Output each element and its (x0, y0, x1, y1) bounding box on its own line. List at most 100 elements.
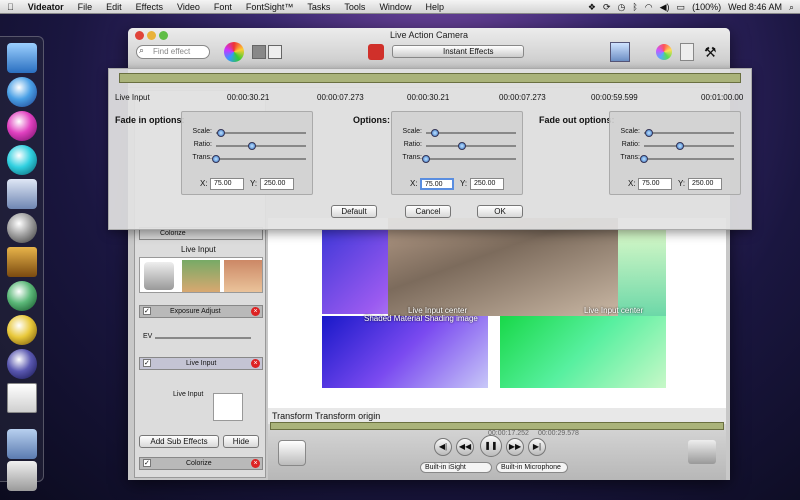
menu-window[interactable]: Window (372, 0, 418, 14)
rewind-start-button[interactable]: ◀| (434, 438, 452, 456)
preview-app-icon[interactable] (7, 179, 37, 209)
cancel-button[interactable]: Cancel (405, 205, 451, 218)
fade-out-y-field[interactable]: 250.00 (688, 178, 722, 190)
menu-help[interactable]: Help (418, 0, 451, 14)
blue-gear-icon[interactable] (7, 349, 37, 379)
tools-icon[interactable]: ⚒ (704, 43, 722, 61)
add-sub-effects-button[interactable]: Add Sub Effects (139, 435, 219, 448)
bluetooth-icon[interactable]: ᛒ (632, 0, 637, 14)
find-effect-field[interactable]: Find effect (136, 45, 210, 59)
spotlight-icon[interactable]: ⌕ (789, 0, 794, 14)
cyan-orb-icon[interactable] (7, 145, 37, 175)
ok-button[interactable]: OK (477, 205, 523, 218)
color-wheel-icon[interactable] (656, 44, 672, 60)
fade-in-y-field[interactable]: 250.00 (260, 178, 294, 190)
fast-forward-button[interactable]: ▶▶ (506, 438, 524, 456)
fade-in-scale-knob[interactable] (216, 129, 225, 137)
documents-folder-icon[interactable] (7, 429, 37, 459)
apple-menu-icon[interactable]:  (0, 0, 21, 14)
fade-out-trans-slider[interactable] (640, 155, 734, 163)
live-input-thumbnails[interactable] (139, 257, 263, 293)
fade-out-trans-knob[interactable] (640, 155, 648, 163)
yellow-orb-icon[interactable] (7, 315, 37, 345)
options-ratio-knob[interactable] (458, 142, 466, 150)
live-input-sub-thumb[interactable] (213, 393, 243, 421)
fade-in-ratio-slider[interactable] (216, 142, 306, 150)
exposure-adjust-row[interactable]: ✓ Exposure Adjust × (139, 305, 263, 318)
battery-icon[interactable]: ▭ (677, 0, 686, 14)
options-trans-slider[interactable] (422, 155, 516, 163)
kid-thumb-2[interactable] (224, 260, 262, 292)
fade-out-ratio-knob[interactable] (676, 142, 684, 150)
filmstrip-icon[interactable] (7, 247, 37, 277)
instant-effects-popup[interactable]: Instant Effects (392, 45, 524, 58)
fade-out-x-field[interactable]: 75.00 (638, 178, 672, 190)
volume-icon[interactable]: ◀) (660, 0, 670, 14)
options-y-field[interactable]: 250.00 (470, 178, 504, 190)
magenta-orb-icon[interactable] (7, 111, 37, 141)
menu-font[interactable]: Font (207, 0, 239, 14)
menu-fontsight[interactable]: FontSight™ (239, 0, 301, 14)
fade-in-ratio-knob[interactable] (248, 142, 256, 150)
ev-slider[interactable] (155, 337, 251, 339)
menu-effects[interactable]: Effects (129, 0, 170, 14)
colorize-checkbox[interactable]: ✓ (143, 459, 151, 467)
live-input-row[interactable]: ✓ Live Input × (139, 357, 263, 370)
easel-icon[interactable] (7, 383, 37, 413)
finder-icon[interactable] (7, 43, 37, 73)
arrow-tool-icon[interactable] (252, 45, 266, 59)
sync-icon[interactable]: ⟳ (603, 0, 611, 14)
options-scale-slider[interactable] (426, 129, 516, 137)
default-button[interactable]: Default (331, 205, 377, 218)
kid-thumb-1[interactable] (182, 260, 220, 292)
fade-in-trans-knob[interactable] (212, 155, 220, 163)
green-orb-icon[interactable] (7, 281, 37, 311)
menu-file[interactable]: File (71, 0, 100, 14)
fade-out-ratio-slider[interactable] (644, 142, 734, 150)
silver-orb-icon[interactable] (7, 213, 37, 243)
fade-in-x-field[interactable]: 75.00 (210, 178, 244, 190)
battery-percent[interactable]: (100%) (692, 0, 721, 14)
fade-in-scale-slider[interactable] (216, 129, 306, 137)
preview-canvas[interactable]: Live Input center Shaded Material Shadin… (268, 218, 726, 418)
exposure-remove-icon[interactable]: × (251, 307, 260, 316)
sheet-timeline-track[interactable] (119, 73, 741, 83)
fade-in-trans-slider[interactable] (212, 155, 306, 163)
pause-button[interactable]: ❚❚ (480, 435, 502, 457)
options-trans-knob[interactable] (422, 155, 430, 163)
hide-button[interactable]: Hide (223, 435, 259, 448)
effects-palette-icon[interactable] (224, 42, 244, 62)
colorize-remove-icon[interactable]: × (251, 459, 260, 468)
options-ratio-slider[interactable] (426, 142, 516, 150)
dropbox-icon[interactable]: ❖ (588, 0, 596, 14)
globe-icon[interactable] (7, 77, 37, 107)
camera-icon[interactable] (278, 440, 306, 466)
dice-icon[interactable] (368, 44, 384, 60)
info-icon[interactable] (680, 43, 694, 61)
camera-thumb-icon[interactable] (144, 262, 174, 290)
menu-app[interactable]: Videator (21, 0, 71, 14)
clock[interactable]: Wed 8:46 AM (728, 0, 782, 14)
options-x-field[interactable]: 75.00 (420, 178, 454, 190)
audio-source-popup[interactable]: Built-in Microphone (496, 462, 568, 473)
live-input-checkbox[interactable]: ✓ (143, 359, 151, 367)
timemachine-icon[interactable]: ◷ (618, 0, 626, 14)
rect-tool-icon[interactable] (268, 45, 282, 59)
exposure-checkbox[interactable]: ✓ (143, 307, 151, 315)
wifi-icon[interactable]: ◠ (645, 0, 653, 14)
rewind-button[interactable]: ◀◀ (456, 438, 474, 456)
cube-icon[interactable] (610, 42, 630, 62)
trash-icon[interactable] (7, 461, 37, 491)
fade-out-scale-slider[interactable] (644, 129, 734, 137)
snapshot-icon[interactable] (688, 440, 716, 464)
fade-out-scale-knob[interactable] (644, 129, 653, 137)
skip-end-button[interactable]: ▶| (528, 438, 546, 456)
menu-tools[interactable]: Tools (337, 0, 372, 14)
video-source-popup[interactable]: Built-in iSight (420, 462, 492, 473)
options-scale-knob[interactable] (431, 129, 439, 137)
live-input-remove-icon[interactable]: × (251, 359, 260, 368)
menu-tasks[interactable]: Tasks (300, 0, 337, 14)
menu-video[interactable]: Video (170, 0, 207, 14)
menu-edit[interactable]: Edit (99, 0, 129, 14)
timeline-track[interactable] (270, 422, 724, 430)
